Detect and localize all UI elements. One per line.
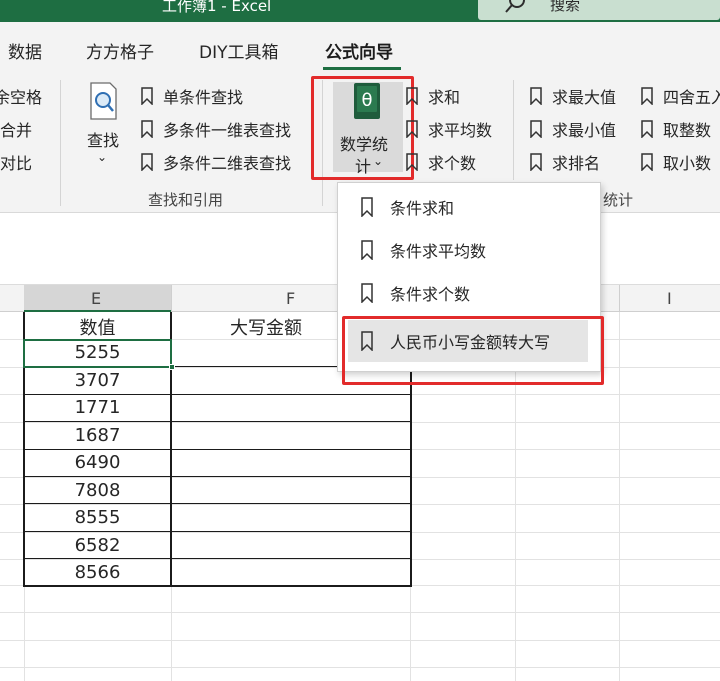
bookmark-icon — [141, 87, 153, 105]
ribbon-item-label: 求和 — [428, 88, 461, 107]
ribbon-item-label: 求平均数 — [428, 121, 493, 140]
chevron-down-icon: ⌄ — [97, 150, 108, 164]
bookmark-icon — [141, 120, 153, 138]
bookmark-icon — [141, 153, 153, 171]
tab-diy-toolbox[interactable]: DIY工具箱 — [199, 38, 279, 63]
ribbon-item-multi-1d-lookup[interactable]: 多条件一维表查找 — [140, 117, 291, 141]
dropdown-item-conditional-average[interactable]: 条件求平均数 — [338, 229, 600, 271]
bookmark-icon — [530, 87, 542, 105]
ribbon-item-compare[interactable]: 对比 — [0, 150, 32, 174]
search-box[interactable]: 搜索 — [478, 0, 720, 20]
cell-value[interactable]: 5255 — [24, 342, 171, 363]
ribbon-item-count[interactable]: 求个数 — [405, 150, 476, 174]
dropdown-item-conditional-sum[interactable]: 条件求和 — [338, 186, 600, 228]
ribbon-item-label: 多条件二维表查找 — [163, 154, 292, 173]
bookmark-icon — [530, 120, 542, 138]
find-button-label: 查找 — [87, 131, 120, 150]
ribbon-item-multi-2d-lookup[interactable]: 多条件二维表查找 — [140, 150, 291, 174]
cell-value[interactable]: 6582 — [24, 535, 171, 556]
dropdown-item-conditional-count[interactable]: 条件求个数 — [338, 272, 600, 314]
ribbon-item-label: 取整数 — [663, 121, 712, 140]
ribbon-item-sum[interactable]: 求和 — [405, 84, 460, 108]
title-bar: 工作簿1 - Excel 搜索 — [0, 0, 720, 22]
ribbon-item-average[interactable]: 求平均数 — [405, 117, 492, 141]
bookmark-icon — [361, 197, 373, 217]
highlight-box-rmb-item — [342, 316, 604, 385]
tab-data[interactable]: 数据 — [8, 38, 42, 63]
tab-formula-wizard[interactable]: 公式向导 — [325, 38, 393, 63]
search-placeholder: 搜索 — [550, 0, 581, 14]
window-title: 工作簿1 - Excel — [162, 0, 272, 15]
cell-header-value[interactable]: 数值 — [24, 314, 171, 340]
bookmark-icon — [641, 87, 653, 105]
find-icon — [90, 82, 117, 120]
tab-fangfang[interactable]: 方方格子 — [86, 38, 154, 63]
column-header-f[interactable]: F — [286, 289, 295, 308]
bookmark-icon — [530, 153, 542, 171]
bookmark-icon — [641, 153, 653, 171]
bookmark-icon — [361, 240, 373, 260]
group-separator — [60, 80, 61, 206]
ribbon-item-rank[interactable]: 求排名 — [529, 150, 600, 174]
bookmark-icon — [361, 283, 373, 303]
cell-value[interactable]: 3707 — [24, 370, 171, 391]
cell-value[interactable]: 1687 — [24, 425, 171, 446]
cell-header-amount[interactable]: 大写金额 — [230, 314, 340, 340]
ribbon-item-label: 求最小值 — [552, 121, 617, 140]
ribbon-item-integer[interactable]: 取整数 — [640, 117, 711, 141]
group-separator — [513, 80, 514, 180]
column-header-e[interactable]: E — [91, 289, 101, 308]
ribbon-item-single-lookup[interactable]: 单条件查找 — [140, 84, 243, 108]
cell-value[interactable]: 8566 — [24, 562, 171, 583]
ribbon-item-min[interactable]: 求最小值 — [529, 117, 616, 141]
search-icon — [505, 0, 525, 13]
ribbon-item-label: 求最大值 — [552, 88, 617, 107]
cell-value[interactable]: 7808 — [24, 480, 171, 501]
group-label-statistics: 统计 — [603, 191, 634, 209]
ribbon-item-label: 四舍五入 — [663, 88, 720, 107]
menu-tabs: 数据 方方格子 DIY工具箱 公式向导 — [0, 22, 720, 72]
ribbon-item-round[interactable]: 四舍五入 — [640, 84, 720, 108]
bookmark-icon — [406, 120, 418, 138]
ribbon-item-remove-spaces[interactable]: 余空格 — [0, 84, 42, 108]
ribbon-item-label: 取小数 — [663, 154, 712, 173]
column-header-i[interactable]: I — [667, 289, 672, 308]
ribbon-item-merge[interactable]: 合并 — [0, 117, 32, 141]
find-button[interactable]: 查找 ⌄ — [80, 82, 130, 177]
highlight-box-math-button — [311, 76, 414, 180]
ribbon-item-decimal[interactable]: 取小数 — [640, 150, 711, 174]
dropdown-item-label: 条件求和 — [390, 199, 455, 218]
cell-value[interactable]: 1771 — [24, 397, 171, 418]
dropdown-item-label: 条件求平均数 — [390, 242, 487, 261]
cell-value[interactable]: 8555 — [24, 507, 171, 528]
ribbon-item-label: 单条件查找 — [163, 88, 244, 107]
active-tab-underline — [323, 67, 401, 70]
ribbon-item-label: 求排名 — [552, 154, 601, 173]
bookmark-icon — [641, 120, 653, 138]
ribbon-item-max[interactable]: 求最大值 — [529, 84, 616, 108]
group-label-lookup: 查找和引用 — [148, 191, 224, 209]
cell-value[interactable]: 6490 — [24, 452, 171, 473]
bookmark-icon — [406, 87, 418, 105]
bookmark-icon — [406, 153, 418, 171]
ribbon-item-label: 求个数 — [428, 154, 477, 173]
dropdown-item-label: 条件求个数 — [390, 285, 471, 304]
ribbon-item-label: 多条件一维表查找 — [163, 121, 292, 140]
